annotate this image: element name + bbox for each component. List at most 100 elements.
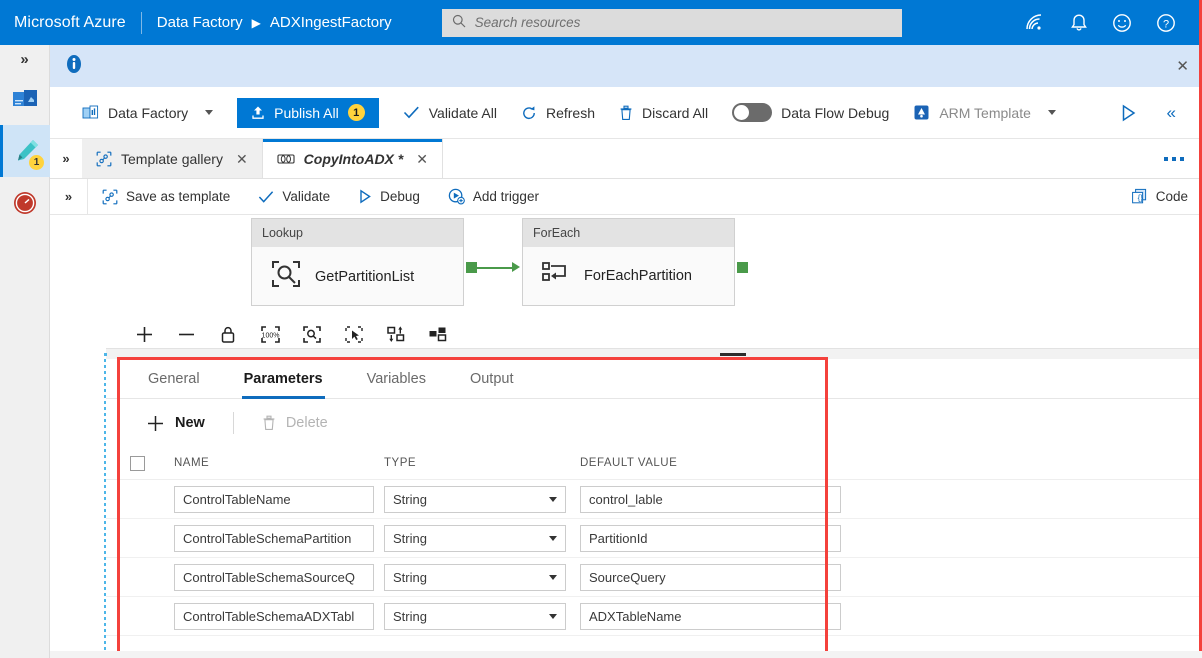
table-row[interactable]: ControlTableSchemaSourceQ String SourceQ… [106, 558, 1202, 597]
tab-variables[interactable]: Variables [345, 359, 448, 399]
code-button[interactable]: {} Code [1117, 188, 1202, 205]
new-parameter-button[interactable]: New [138, 414, 213, 433]
run-play-button[interactable] [1108, 96, 1149, 130]
data-factory-selector[interactable]: Data Factory [70, 96, 225, 130]
trash-icon [263, 415, 275, 430]
chevron-down-icon[interactable] [549, 535, 557, 541]
play-triangle-icon [1122, 104, 1135, 121]
parameter-default-input[interactable]: ADXTableName [580, 602, 841, 630]
zoom-in-icon[interactable] [128, 322, 160, 348]
parameter-default-input[interactable]: control_lable [580, 485, 841, 513]
zoom-100-icon[interactable]: 100% [254, 322, 286, 348]
publish-all-button[interactable]: Publish All 1 [237, 97, 379, 128]
parameter-name-input[interactable]: ControlTableSchemaSourceQ [174, 563, 374, 591]
lock-icon[interactable] [212, 322, 244, 348]
data-flow-debug-toggle[interactable]: Data Flow Debug [720, 96, 901, 130]
toggle-switch[interactable] [732, 103, 773, 122]
tab-general[interactable]: General [126, 359, 222, 399]
table-row[interactable]: ControlTableSchemaPartition String Parti… [106, 519, 1202, 558]
splitter-grip[interactable] [720, 353, 746, 356]
layout-icon[interactable] [422, 322, 454, 348]
tab-strip-expand-icon[interactable]: » [50, 139, 82, 178]
activity-name-label: ForEachPartition [584, 267, 692, 284]
activity-type-label: Lookup [252, 219, 463, 247]
parameter-type-select[interactable]: String [384, 524, 566, 552]
table-row[interactable]: ControlTableName String control_lable [106, 480, 1202, 519]
trash-icon [620, 105, 632, 120]
add-trigger-button[interactable]: Add trigger [434, 188, 553, 205]
cloud-shell-icon[interactable] [1025, 13, 1046, 32]
code-label: Code [1155, 189, 1188, 204]
tab-output[interactable]: Output [448, 359, 536, 399]
sidebar-item-monitor[interactable] [0, 177, 50, 229]
activities-panel-expand-icon[interactable]: » [50, 179, 88, 214]
validate-label: Validate [282, 189, 331, 204]
tab-parameters[interactable]: Parameters [222, 359, 345, 399]
refresh-button[interactable]: Refresh [509, 96, 607, 130]
parameter-name-input[interactable]: ControlTableName [174, 485, 374, 513]
rail-expand-icon[interactable]: » [0, 45, 49, 73]
activity-foreach[interactable]: ForEach ForEachPartition [522, 218, 735, 306]
validate-button[interactable]: Validate [244, 189, 344, 204]
select-all-checkbox[interactable] [130, 455, 145, 471]
collapse-panel-button[interactable]: « [1155, 96, 1188, 130]
validate-all-button[interactable]: Validate All [391, 96, 509, 130]
parameter-name-input[interactable]: ControlTableSchemaADXTabl [174, 602, 374, 630]
publish-upload-icon [252, 106, 264, 119]
info-close-icon[interactable]: ✕ [1176, 59, 1189, 74]
save-template-icon [102, 189, 118, 204]
breadcrumb-resource[interactable]: ADXIngestFactory [270, 14, 392, 31]
azure-data-factory-window: Microsoft Azure Data Factory ▶ ADXIngest… [0, 0, 1202, 658]
zoom-to-fit-icon[interactable] [296, 322, 328, 348]
global-search[interactable]: Search resources [441, 8, 902, 37]
tab-close-icon[interactable]: ✕ [236, 152, 248, 166]
parameter-name-input[interactable]: ControlTableSchemaPartition [174, 524, 374, 552]
parameter-type-select[interactable]: String [384, 485, 566, 513]
notifications-bell-icon[interactable] [1070, 13, 1088, 33]
save-as-template-button[interactable]: Save as template [88, 189, 244, 205]
arm-template-menu[interactable]: ARM Template [901, 96, 1068, 130]
delete-parameter-button[interactable]: Delete [254, 415, 336, 431]
parameter-type-select[interactable]: String [384, 563, 566, 591]
sidebar-item-home[interactable] [0, 73, 50, 125]
pipeline-tab-strip: » Template gallery ✕ CopyIntoADX * ✕ [50, 139, 1202, 179]
data-factory-icon [82, 105, 99, 119]
zoom-out-icon[interactable] [170, 322, 202, 348]
pipeline-canvas[interactable]: Lookup GetPartitionList ForEach ForEachP… [106, 215, 1202, 317]
parameter-default-input[interactable]: PartitionId [580, 524, 841, 552]
breadcrumb-arrow-icon: ▶ [251, 15, 261, 30]
column-header-name: NAME [174, 457, 210, 469]
parameter-type-select[interactable]: String [384, 602, 566, 630]
feedback-smiley-icon[interactable] [1112, 13, 1132, 33]
bottom-strip [50, 651, 1202, 658]
chevron-down-icon[interactable] [549, 496, 557, 502]
breadcrumb-service[interactable]: Data Factory [157, 14, 243, 31]
parameter-default-input[interactable]: SourceQuery [580, 563, 841, 591]
tab-template-gallery[interactable]: Template gallery ✕ [82, 139, 263, 178]
tab-close-icon[interactable]: ✕ [416, 152, 428, 166]
panel-splitter[interactable] [106, 348, 1202, 359]
add-trigger-label: Add trigger [472, 189, 539, 204]
toolbar-right-group: « [1108, 96, 1202, 130]
template-gallery-icon [96, 151, 112, 166]
chevron-down-icon[interactable] [549, 574, 557, 580]
debug-button[interactable]: Debug [344, 189, 434, 204]
auto-align-icon[interactable] [380, 322, 412, 348]
activity-lookup[interactable]: Lookup GetPartitionList [251, 218, 464, 306]
table-row[interactable]: ControlTableSchemaADXTabl String ADXTabl… [106, 597, 1202, 636]
overflow-dot [1164, 156, 1168, 161]
tab-copyintoadx[interactable]: CopyIntoADX * ✕ [262, 139, 443, 178]
help-question-icon[interactable]: ? [1156, 13, 1176, 33]
connector-output-port[interactable] [466, 262, 477, 273]
parameters-table-header: NAME TYPE DEFAULT VALUE [106, 447, 1202, 480]
tab-overflow-menu[interactable] [1164, 139, 1202, 178]
select-all-icon[interactable] [338, 322, 370, 348]
azure-brand[interactable]: Microsoft Azure [0, 14, 126, 32]
search-input-placeholder[interactable]: Search resources [475, 15, 581, 30]
connector-output-port[interactable] [737, 262, 748, 273]
publish-count-badge: 1 [347, 104, 365, 121]
discard-all-button[interactable]: Discard All [607, 96, 720, 130]
chevron-down-icon[interactable] [549, 613, 557, 619]
info-icon [64, 54, 84, 79]
sidebar-item-author[interactable]: 1 [0, 125, 50, 177]
